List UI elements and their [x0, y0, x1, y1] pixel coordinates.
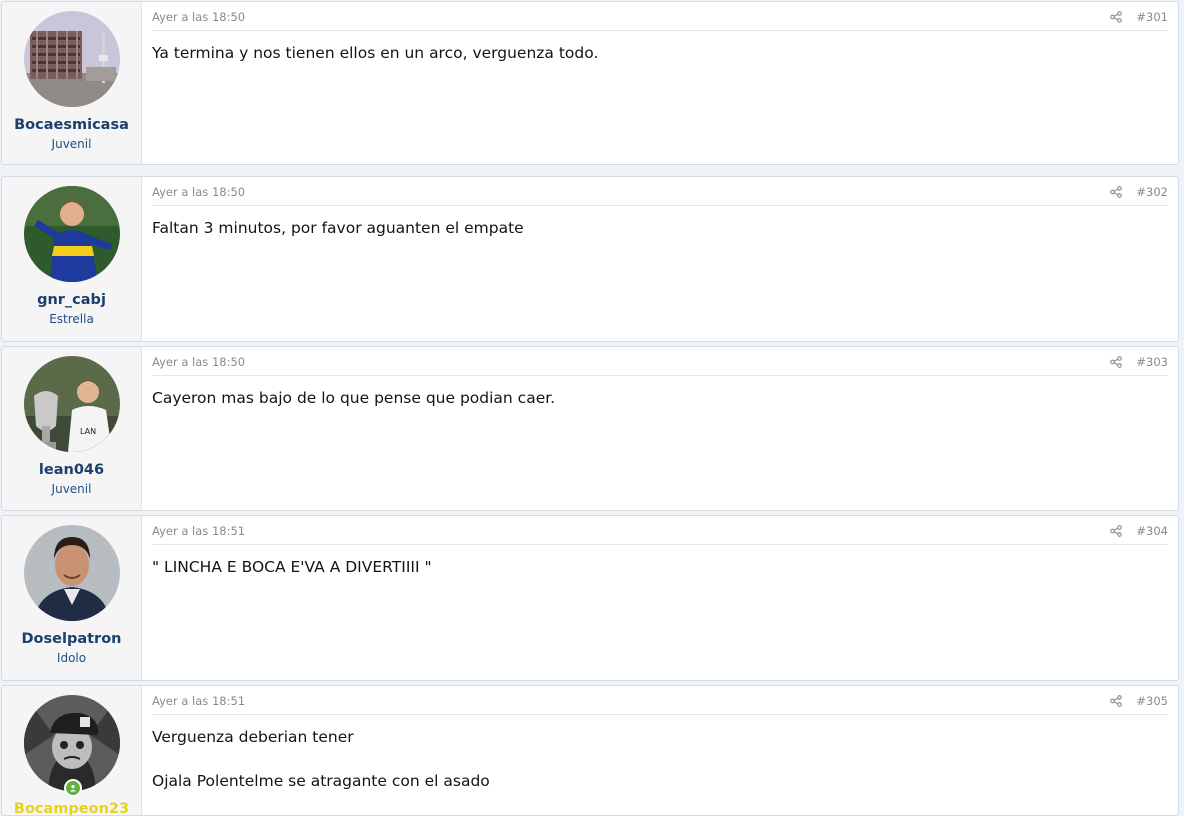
trophy-avatar-icon[interactable]: LAN: [23, 356, 120, 452]
post-header: Ayer a las 18:51 #305: [152, 686, 1168, 715]
post-304: Doselpatron Idolo Ayer a las 18:51 #304 …: [1, 515, 1179, 681]
post-header: Ayer a las 18:50 #302: [152, 177, 1168, 206]
post-date[interactable]: Ayer a las 18:50: [152, 10, 245, 24]
post-text: Ya termina y nos tienen ellos en un arco…: [152, 44, 599, 62]
player-avatar-icon[interactable]: [23, 186, 120, 282]
coach-avatar-icon[interactable]: [23, 525, 120, 621]
username-link[interactable]: Doselpatron: [22, 631, 122, 647]
user-title: Juvenil: [51, 482, 92, 496]
post-302: gnr_cabj Estrella Ayer a las 18:50 #302 …: [1, 176, 1179, 342]
user-title: Estrella: [49, 312, 94, 326]
post-number[interactable]: #303: [1136, 355, 1168, 369]
svg-text:LAN: LAN: [80, 427, 96, 436]
post-text: Cayeron mas bajo de lo que pense que pod…: [152, 389, 556, 407]
post-header: Ayer a las 18:50 #303: [152, 347, 1168, 376]
share-icon[interactable]: [1110, 186, 1123, 198]
username-link[interactable]: lean046: [39, 462, 104, 478]
post-body: Ya termina y nos tienen ellos en un arco…: [152, 31, 1168, 64]
post-305: Bocampeon23 Ayer a las 18:51 #305 Vergue…: [1, 685, 1179, 816]
share-icon[interactable]: [1110, 356, 1123, 368]
post-header: Ayer a las 18:51 #304: [152, 516, 1168, 545]
post-main: Ayer a las 18:50 #303 Cayeron mas bajo d…: [142, 347, 1178, 510]
username-link[interactable]: gnr_cabj: [37, 292, 106, 308]
user-cell: Bocaesmicasa Juvenil: [2, 2, 142, 164]
user-title: Juvenil: [51, 137, 92, 151]
post-date[interactable]: Ayer a las 18:51: [152, 694, 245, 708]
user-cell: Bocampeon23: [2, 686, 142, 815]
online-user-icon: [63, 779, 82, 797]
post-text: Faltan 3 minutos, por favor aguanten el …: [152, 219, 524, 237]
post-main: Ayer a las 18:51 #305 Verguenza deberian…: [142, 686, 1178, 815]
post-number[interactable]: #305: [1136, 694, 1168, 708]
post-main: Ayer a las 18:50 #301 Ya termina y nos t…: [142, 2, 1178, 164]
post-body: Faltan 3 minutos, por favor aguanten el …: [152, 206, 1168, 239]
stadium-avatar-icon[interactable]: [23, 11, 120, 107]
username-link[interactable]: Bocaesmicasa: [14, 117, 129, 133]
post-date[interactable]: Ayer a las 18:51: [152, 524, 245, 538]
post-main: Ayer a las 18:51 #304 " LINCHA E BOCA E'…: [142, 516, 1178, 680]
share-icon[interactable]: [1110, 695, 1123, 707]
post-text: Ojala Polentelme se atragante con el asa…: [152, 772, 490, 790]
post-303: LAN lean046 Juvenil Ayer a las 18:50 #30…: [1, 346, 1179, 511]
post-number[interactable]: #304: [1136, 524, 1168, 538]
post-number[interactable]: #301: [1136, 10, 1168, 24]
post-body: " LINCHA E BOCA E'VA A DIVERTIIII ": [152, 545, 1168, 578]
fan-avatar-icon[interactable]: [23, 695, 120, 797]
post-main: Ayer a las 18:50 #302 Faltan 3 minutos, …: [142, 177, 1178, 341]
user-cell: gnr_cabj Estrella: [2, 177, 142, 341]
post-text: Verguenza deberian tener: [152, 728, 354, 746]
post-text: " LINCHA E BOCA E'VA A DIVERTIIII ": [152, 558, 432, 576]
user-cell: Doselpatron Idolo: [2, 516, 142, 680]
post-number[interactable]: #302: [1136, 185, 1168, 199]
post-301: Bocaesmicasa Juvenil Ayer a las 18:50 #3…: [1, 1, 1179, 165]
user-title: Idolo: [56, 651, 87, 665]
user-cell: LAN lean046 Juvenil: [2, 347, 142, 510]
share-icon[interactable]: [1110, 11, 1123, 23]
post-date[interactable]: Ayer a las 18:50: [152, 185, 245, 199]
post-date[interactable]: Ayer a las 18:50: [152, 355, 245, 369]
username-link[interactable]: Bocampeon23: [14, 801, 129, 815]
share-icon[interactable]: [1110, 525, 1123, 537]
post-body: Cayeron mas bajo de lo que pense que pod…: [152, 376, 1168, 409]
post-body: Verguenza deberian tener Ojala Polentelm…: [152, 715, 1168, 792]
post-header: Ayer a las 18:50 #301: [152, 2, 1168, 31]
